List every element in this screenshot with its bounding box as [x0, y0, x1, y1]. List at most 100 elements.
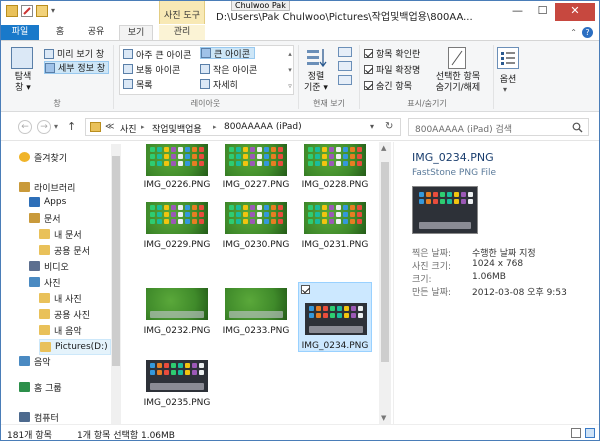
folder-icon	[39, 229, 50, 239]
nav-scrollbar[interactable]	[111, 144, 121, 424]
layout-large-icons[interactable]: 큰 아이콘	[200, 47, 255, 60]
close-button[interactable]: ✕	[555, 3, 595, 21]
quick-access-toolbar: ▾	[6, 5, 59, 17]
details-thumbnail	[412, 186, 478, 234]
search-input[interactable]: 800AAAAA (iPad) 검색	[415, 122, 512, 135]
maximize-button[interactable]: ☐	[530, 3, 555, 21]
scroll-up-icon[interactable]: ▲	[381, 144, 386, 152]
hide-selected-icon[interactable]	[448, 47, 466, 69]
recent-locations-button[interactable]: ▾	[54, 122, 58, 131]
sidebar-item[interactable]: 홈 그룹	[19, 380, 62, 394]
file-item[interactable]: IMG_0233.PNG	[219, 282, 293, 352]
up-button[interactable]: ↑	[67, 120, 76, 133]
add-columns-icon[interactable]	[338, 61, 352, 71]
help-icon[interactable]: ?	[582, 27, 593, 38]
gallery-scroll-icon[interactable]: ▴ ▾ ▿	[286, 46, 294, 94]
nav-scroll-thumb[interactable]	[112, 156, 120, 366]
minimize-button[interactable]: —	[505, 3, 530, 21]
sort-icon[interactable]	[305, 47, 327, 69]
sidebar-item[interactable]: 음악	[19, 354, 51, 368]
details-pane: IMG_0234.PNG FastStone PNG File 찍은 날짜: 수…	[393, 142, 599, 424]
sidebar-item-label: 공용 사진	[54, 310, 90, 321]
file-name: IMG_0234.PNG	[301, 341, 369, 351]
navigation-pane-icon[interactable]	[11, 47, 33, 69]
item-checkbox[interactable]	[301, 285, 310, 294]
sidebar-item[interactable]: 내 사진	[39, 291, 82, 305]
layout-xl-icons[interactable]: 아주 큰 아이콘	[123, 48, 192, 61]
sidebar-item[interactable]: 내 음악	[39, 323, 82, 337]
collapse-ribbon-icon[interactable]: ⌃	[570, 28, 577, 37]
breadcrumb-item[interactable]: 800AAAAA (iPad)	[224, 122, 302, 132]
file-thumbnail	[144, 142, 210, 178]
hidden-items-toggle[interactable]: 숨긴 항목	[364, 79, 412, 92]
file-item[interactable]: IMG_0234.PNG	[298, 282, 372, 352]
tab-share[interactable]: 공유	[81, 25, 111, 40]
sidebar-item[interactable]: Pictures(D:)	[39, 339, 111, 355]
refresh-button[interactable]: ↻	[385, 121, 393, 132]
group-by-icon[interactable]	[338, 47, 352, 57]
app-icons	[150, 205, 204, 224]
tab-file[interactable]: 파일	[1, 25, 39, 40]
tab-home[interactable]: 홈	[49, 25, 71, 40]
hide-selected-button[interactable]: 선택한 항목 숨기기/해제	[429, 72, 487, 94]
forward-button[interactable]: →	[37, 120, 51, 134]
item-checkboxes-toggle[interactable]: 항목 확인란	[364, 47, 420, 60]
preview-pane-button[interactable]: 미리 보기 창	[44, 47, 104, 60]
tab-manage[interactable]: 관리	[159, 25, 205, 40]
back-button[interactable]: ←	[18, 120, 32, 134]
file-item[interactable]: IMG_0232.PNG	[140, 282, 214, 352]
options-icon[interactable]	[497, 47, 519, 69]
sidebar-item[interactable]: 비디오	[29, 259, 69, 273]
detail-value[interactable]: 수행한 날짜 지정	[472, 246, 536, 259]
file-item[interactable]: IMG_0230.PNG	[219, 196, 293, 266]
tab-view[interactable]: 보기	[119, 25, 153, 40]
sidebar-item[interactable]: 공용 문서	[39, 243, 90, 257]
folder-icon	[39, 245, 50, 255]
layout-details[interactable]: 자세히	[200, 78, 238, 91]
detail-value: 1.06MB	[472, 272, 506, 282]
sidebar-item[interactable]: 공용 사진	[39, 307, 90, 321]
address-dropdown-button[interactable]: ▾	[370, 122, 374, 131]
detail-value: 1024 x 768	[472, 259, 524, 269]
sort-button[interactable]: 정렬 기준 ▾	[299, 72, 333, 94]
xl-icons-label: 아주 큰 아이콘	[136, 50, 192, 61]
layout-list[interactable]: 목록	[123, 78, 153, 91]
breadcrumb-separator[interactable]: ▸	[213, 123, 217, 131]
nav-pane-button[interactable]: 탐색 창 ▾	[7, 72, 39, 94]
address-bar[interactable]: ≪ 사진 ▸ 작업및백업용 ▸ 800AAAAA (iPad) ▾ ↻	[85, 118, 401, 136]
options-button[interactable]: 옵션	[495, 72, 521, 85]
breadcrumb-separator[interactable]: ▸	[141, 123, 145, 131]
chevron-down-icon[interactable]: ▾	[503, 85, 507, 94]
ribbon-separator	[493, 45, 494, 109]
sidebar-item[interactable]: 내 문서	[39, 227, 82, 241]
sidebar-item-label: 내 문서	[54, 230, 82, 241]
details-pane-button[interactable]: 세부 정보 창	[44, 61, 110, 74]
ipad-screenshot	[304, 144, 366, 176]
sidebar-item[interactable]: 문서	[29, 211, 61, 225]
properties-icon[interactable]	[21, 5, 33, 17]
layout-medium-icons[interactable]: 보통 아이콘	[123, 63, 180, 76]
file-item[interactable]: IMG_0231.PNG	[298, 196, 372, 266]
file-extensions-toggle[interactable]: 파일 확장명	[364, 63, 420, 76]
breadcrumb-item[interactable]: 사진	[120, 122, 137, 135]
file-view-scroll-thumb[interactable]	[381, 162, 389, 362]
scroll-down-icon[interactable]: ▼	[381, 414, 386, 422]
file-item[interactable]: IMG_0229.PNG	[140, 196, 214, 266]
breadcrumb-item[interactable]: 작업및백업용	[152, 122, 202, 135]
file-view-scrollbar[interactable]: ▲ ▼	[379, 142, 391, 424]
sidebar-item[interactable]: 컴퓨터	[19, 410, 59, 424]
layout-small-icons[interactable]: 작은 아이콘	[200, 63, 257, 76]
sidebar-item[interactable]: 라이브러리	[19, 180, 75, 194]
search-box[interactable]: 800AAAAA (iPad) 검색	[408, 118, 589, 136]
sidebar-item[interactable]: 즐겨찾기	[19, 150, 67, 164]
folder-icon[interactable]	[6, 5, 18, 17]
file-item[interactable]: IMG_0235.PNG	[140, 354, 214, 424]
large-icons-view-icon[interactable]	[585, 428, 595, 438]
chevron-down-icon[interactable]: ▾	[51, 5, 59, 17]
breadcrumb-overflow[interactable]: ≪	[105, 122, 114, 132]
size-columns-icon[interactable]	[338, 75, 352, 85]
details-view-icon[interactable]	[571, 428, 581, 438]
sidebar-item[interactable]: 사진	[29, 275, 61, 289]
sidebar-item[interactable]: Apps	[29, 195, 66, 209]
new-folder-icon[interactable]	[36, 5, 48, 17]
